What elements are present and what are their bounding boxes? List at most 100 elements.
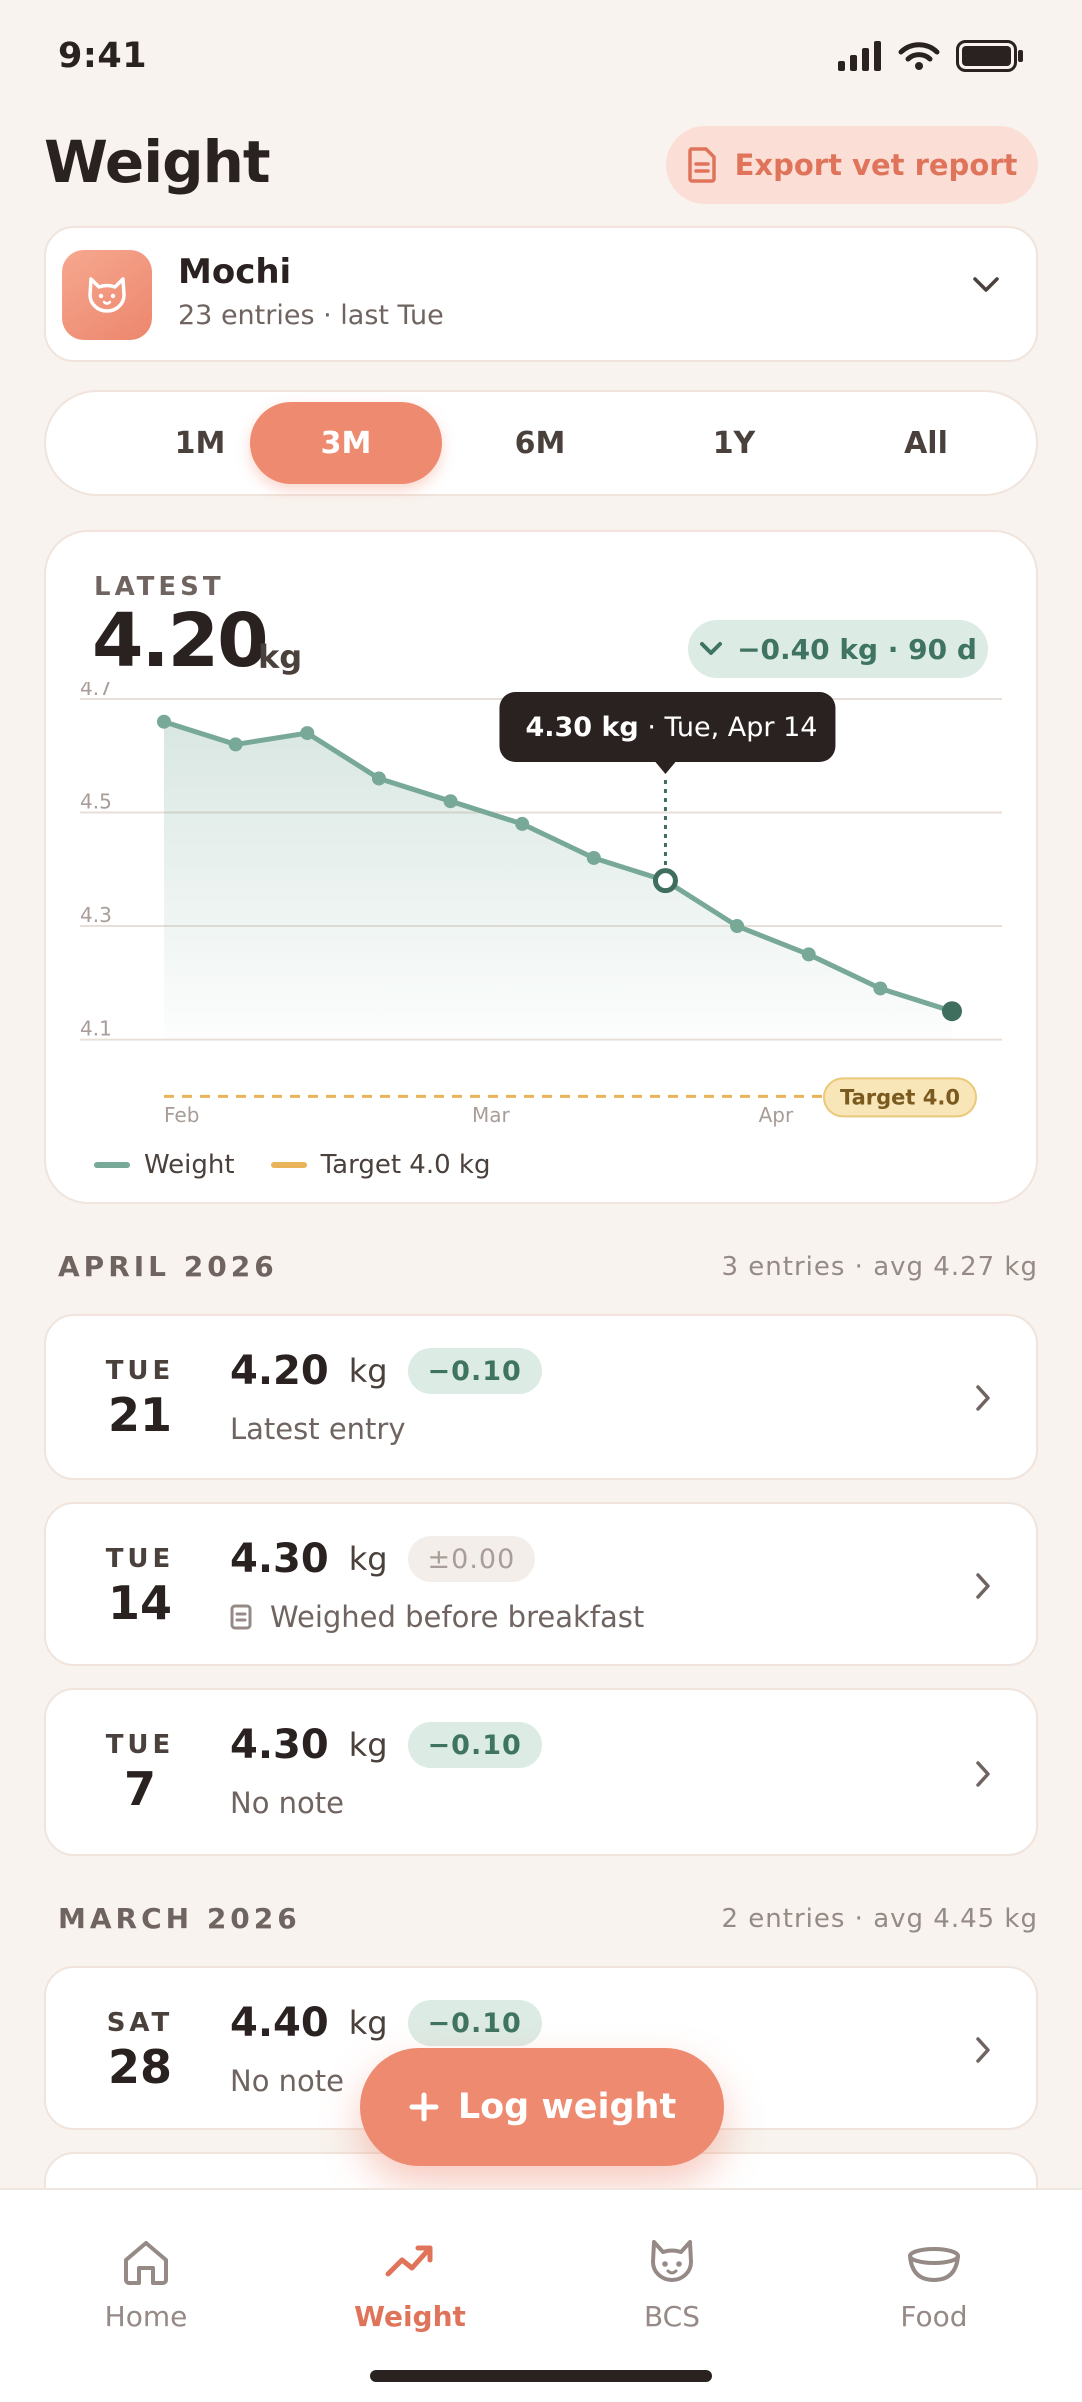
delta-badge: −0.40 kg · 90 d (688, 620, 988, 678)
data-point-latest[interactable] (942, 1001, 962, 1022)
latest-value: 4.20 (92, 598, 269, 684)
entry-value: 4.20 (230, 1348, 329, 1394)
nav-home[interactable]: Home (46, 2238, 246, 2333)
wifi-icon (898, 42, 940, 70)
home-indicator (370, 2370, 712, 2382)
cat-face-icon (88, 277, 126, 313)
log-weight-label: Log weight (457, 2087, 677, 2127)
entry-day: 21 (107, 1388, 172, 1442)
entry-row[interactable]: TUE 21 4.20 kg −0.10 Latest entry (44, 1314, 1038, 1480)
entry-value: 4.40 (230, 2000, 329, 2046)
legend-weight: Weight (94, 1150, 235, 1180)
data-point[interactable] (443, 794, 458, 809)
entry-note: No note (230, 1786, 344, 1820)
pet-name: Mochi (178, 252, 292, 292)
signal-icon (838, 41, 881, 71)
tab-all[interactable]: All (830, 402, 1022, 484)
legend-target-swatch (270, 1162, 307, 1168)
nav-weight[interactable]: Weight (310, 2238, 510, 2333)
data-point[interactable] (801, 947, 816, 962)
plus-icon (409, 2092, 439, 2122)
entry-unit: kg (348, 1726, 388, 1764)
entry-value-row: 4.20 kg −0.10 (230, 1348, 542, 1394)
entry-value-row: 4.30 kg ±0.00 (230, 1536, 536, 1582)
data-point[interactable] (157, 714, 171, 729)
log-weight-button[interactable]: Log weight (360, 2048, 724, 2166)
pet-avatar (62, 250, 152, 340)
section-title-april: APRIL 2026 (58, 1250, 278, 1283)
data-point-selected[interactable] (652, 868, 678, 894)
export-label: Export vet report (734, 148, 1018, 182)
home-icon (124, 2241, 168, 2285)
y-tick-label: 4.5 (80, 790, 112, 814)
entry-weekday: SAT (106, 2008, 174, 2038)
entry-value: 4.30 (230, 1722, 329, 1768)
chevron-down-icon (973, 277, 999, 292)
tab-3m[interactable]: 3M (250, 402, 442, 484)
entry-value-row: 4.30 kg −0.10 (230, 1722, 542, 1768)
entry-day: 14 (107, 1576, 172, 1630)
page-title: Weight (44, 128, 271, 196)
y-tick-label: 4.7 (80, 682, 112, 700)
trend-icon (385, 2245, 433, 2277)
data-point[interactable] (730, 919, 745, 934)
tab-6m[interactable]: 6M (444, 402, 636, 484)
entry-value-row: 4.40 kg −0.10 (230, 2000, 542, 2046)
note-icon (230, 1604, 252, 1630)
data-point[interactable] (371, 771, 386, 786)
entry-unit: kg (348, 1352, 388, 1390)
status-time: 9:41 (58, 36, 148, 76)
entry-weekday: TUE (105, 1356, 175, 1386)
entry-delta-badge: −0.10 (407, 1348, 542, 1394)
tooltip-text: 4.30 kg · Tue, Apr 14 (525, 712, 817, 743)
entry-delta-badge: ±0.00 (407, 1536, 536, 1582)
y-tick-label: 4.1 (80, 1017, 112, 1041)
x-tick-label: Apr (759, 1103, 794, 1127)
nav-bcs[interactable]: BCS (572, 2238, 772, 2333)
document-icon (687, 147, 716, 183)
target-badge-label: Target 4.0 (840, 1085, 960, 1109)
target-badge: Target 4.0 (823, 1077, 977, 1118)
entry-note: No note (230, 2064, 344, 2098)
weight-line-chart[interactable]: 4.7 4.5 4.3 4.1 Feb Mar Apr 4.30 kg · Tue, Ap… (46, 682, 1036, 1142)
data-point[interactable] (300, 726, 315, 741)
data-point[interactable] (228, 737, 243, 752)
weight-chart-card: LATEST 4.20 kg −0.40 kg · 90 d 4.7 4.5 4.3… (44, 530, 1038, 1204)
data-point[interactable] (873, 981, 888, 996)
entry-day: 28 (107, 2040, 172, 2094)
export-vet-report-button[interactable]: Export vet report (666, 126, 1038, 204)
entry-day: 7 (123, 1762, 156, 1816)
chevron-right-icon (976, 2037, 990, 2063)
arrow-down-icon (700, 642, 723, 655)
tab-1y[interactable]: 1Y (638, 402, 830, 484)
entry-row[interactable]: TUE 14 4.30 kg ±0.00 Weighed before brea… (44, 1502, 1038, 1666)
range-selector: 1M 3M 6M 1Y All (44, 390, 1038, 496)
battery-icon (956, 40, 1023, 72)
entry-value: 4.30 (230, 1536, 329, 1582)
legend-weight-swatch (94, 1162, 130, 1168)
x-tick-label: Mar (472, 1103, 511, 1127)
x-tick-label: Feb (164, 1103, 199, 1127)
entry-delta-badge: −0.10 (407, 2000, 542, 2046)
chart-legend: Weight Target 4.0 kg (94, 1150, 490, 1180)
nav-food[interactable]: Food (834, 2238, 1034, 2333)
status-icons (838, 40, 1024, 72)
y-tick-label: 4.3 (80, 903, 112, 927)
data-point[interactable] (515, 816, 530, 831)
latest-unit: kg (258, 638, 303, 676)
cat-icon (651, 2240, 693, 2282)
entry-note: Latest entry (230, 1412, 406, 1446)
tooltip-pointer (655, 762, 676, 774)
chevron-right-icon (976, 1573, 990, 1599)
entry-delta-badge: −0.10 (407, 1722, 542, 1768)
pet-selector[interactable]: Mochi 23 entries · last Tue (44, 226, 1038, 362)
data-point[interactable] (586, 850, 601, 865)
chevron-right-icon (976, 1385, 990, 1411)
delta-text: −0.40 kg · 90 d (737, 632, 977, 666)
entry-row[interactable]: TUE 7 4.30 kg −0.10 No note (44, 1688, 1038, 1856)
bowl-icon (908, 2247, 960, 2283)
weight-area (164, 721, 952, 1040)
entry-weekday: TUE (105, 1544, 175, 1574)
entry-weekday: TUE (105, 1730, 175, 1760)
entry-unit: kg (348, 1540, 388, 1578)
